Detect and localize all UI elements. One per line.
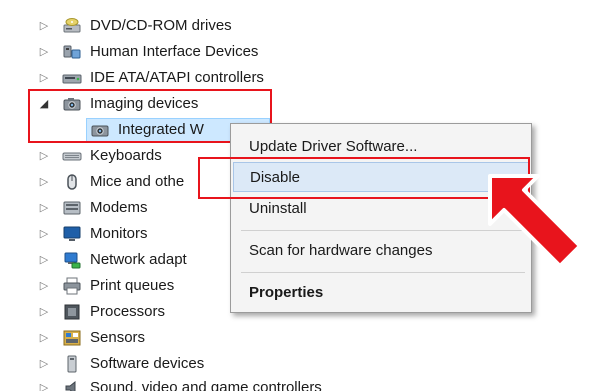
menu-item-update-driver[interactable]: Update Driver Software... [233, 132, 529, 162]
tree-item-label: Imaging devices [90, 95, 199, 112]
sensor-icon [62, 328, 82, 348]
tree-item-label: DVD/CD-ROM drives [90, 17, 232, 34]
tree-item-label: Human Interface Devices [90, 43, 259, 60]
expand-arrow-icon[interactable]: ▷ [38, 175, 50, 189]
expand-arrow-icon[interactable]: ▷ [38, 19, 50, 33]
tree-item-label: Keyboards [90, 147, 162, 164]
tree-item-mice[interactable]: ▷ Mice and othe [0, 169, 200, 195]
tree-item-label: Modems [90, 199, 148, 216]
tree-item-processors[interactable]: ▷ Processors [0, 299, 200, 325]
tree-item-label: Sound, video and game controllers [90, 379, 322, 391]
keyboard-icon [62, 146, 82, 166]
expand-arrow-icon[interactable]: ▷ [38, 331, 50, 345]
printer-icon [62, 276, 82, 296]
tree-item-sensors[interactable]: ▷ Sensors [0, 325, 200, 351]
menu-separator [241, 230, 525, 231]
network-adapter-icon [62, 250, 82, 270]
menu-item-label: Scan for hardware changes [249, 242, 433, 259]
menu-item-label: Update Driver Software... [249, 138, 418, 155]
modem-icon [62, 198, 82, 218]
menu-item-label: Disable [250, 169, 301, 186]
expand-arrow-icon[interactable]: ▷ [38, 381, 50, 391]
menu-item-scan-hardware[interactable]: Scan for hardware changes [233, 236, 529, 266]
tree-item-label: Integrated W [118, 121, 204, 138]
tree-item-label: Software devices [90, 355, 205, 372]
mouse-icon [62, 172, 82, 192]
tree-item-software-devices[interactable]: ▷ Software devices [0, 351, 240, 377]
tree-item-dvd-drives[interactable]: ▷ DVD/CD-ROM drives [0, 13, 300, 39]
tree-item-imaging-devices[interactable]: ◢ Imaging devices [0, 91, 240, 117]
tree-item-integrated-webcam[interactable]: Integrated W [0, 117, 204, 143]
tree-item-modems[interactable]: ▷ Modems [0, 195, 200, 221]
expand-arrow-icon[interactable]: ▷ [38, 149, 50, 163]
tree-item-label: Sensors [90, 329, 146, 346]
monitor-icon [62, 224, 82, 244]
expand-arrow-icon[interactable]: ▷ [38, 71, 50, 85]
webcam-icon [90, 120, 110, 140]
hid-icon [62, 42, 82, 62]
camera-icon [62, 94, 82, 114]
tree-item-ide-controllers[interactable]: ▷ IDE ATA/ATAPI controllers [0, 65, 320, 91]
tree-item-label: Print queues [90, 277, 175, 294]
menu-item-properties[interactable]: Properties [233, 278, 529, 308]
tree-item-label: Mice and othe [90, 173, 185, 190]
processor-icon [62, 302, 82, 322]
context-menu: Update Driver Software... Disable Uninst… [230, 123, 532, 313]
menu-item-label: Properties [249, 284, 324, 301]
menu-separator [241, 272, 525, 273]
tree-item-monitors[interactable]: ▷ Monitors [0, 221, 200, 247]
ide-controller-icon [62, 68, 82, 88]
sound-icon [62, 378, 82, 391]
menu-item-label: Uninstall [249, 200, 307, 217]
expand-arrow-icon[interactable]: ▷ [38, 357, 50, 371]
collapse-arrow-icon[interactable]: ◢ [38, 97, 50, 111]
expand-arrow-icon[interactable]: ▷ [38, 279, 50, 293]
tree-item-label: Network adapt [90, 251, 187, 268]
tree-item-sound-controllers[interactable]: ▷ Sound, video and game controllers [0, 375, 380, 391]
dvd-drive-icon [62, 16, 82, 36]
tree-item-human-interface-devices[interactable]: ▷ Human Interface Devices [0, 39, 320, 65]
device-manager-window: ▷ DVD/CD-ROM drives ▷ Human Interface De… [0, 0, 605, 391]
expand-arrow-icon[interactable]: ▷ [38, 227, 50, 241]
tree-item-keyboards[interactable]: ▷ Keyboards [0, 143, 200, 169]
tree-item-network-adapters[interactable]: ▷ Network adapt [0, 247, 200, 273]
tree-item-label: Monitors [90, 225, 148, 242]
expand-arrow-icon[interactable]: ▷ [38, 201, 50, 215]
tree-item-label: IDE ATA/ATAPI controllers [90, 69, 264, 86]
software-device-icon [62, 354, 82, 374]
expand-arrow-icon[interactable]: ▷ [38, 305, 50, 319]
tree-item-label: Processors [90, 303, 166, 320]
expand-arrow-icon[interactable]: ▷ [38, 45, 50, 59]
tree-item-print-queues[interactable]: ▷ Print queues [0, 273, 200, 299]
menu-item-uninstall[interactable]: Uninstall [233, 194, 529, 224]
menu-item-disable[interactable]: Disable [233, 162, 529, 192]
expand-arrow-icon[interactable]: ▷ [38, 253, 50, 267]
